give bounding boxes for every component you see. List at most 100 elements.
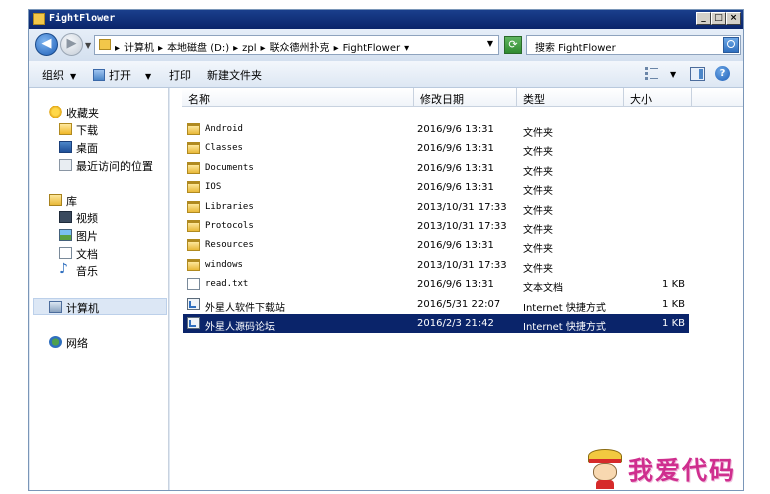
- folder-icon: [187, 181, 200, 194]
- view-dropdown[interactable]: ▼: [670, 70, 676, 79]
- file-type: 文件夹: [523, 263, 553, 275]
- folder-icon: [187, 258, 200, 271]
- file-type: 文件夹: [523, 205, 553, 217]
- open-icon: [93, 69, 105, 81]
- folder-icon: [33, 13, 45, 25]
- open-button[interactable]: 打开 ▼: [93, 67, 151, 83]
- breadcrumb-fightflower[interactable]: FightFlower: [343, 43, 401, 54]
- file-name: Documents: [205, 162, 254, 173]
- file-name: Protocols: [205, 221, 254, 231]
- file-date: 2016/9/6 13:31: [417, 182, 494, 194]
- search-icon[interactable]: [723, 37, 739, 53]
- folder-icon: [187, 239, 200, 252]
- file-name: IOS: [205, 182, 222, 193]
- title-bar[interactable]: FightFlower _ □ ×: [29, 10, 743, 29]
- command-bar: 组织 ▼ 打开 ▼ 打印 新建文件夹 ▼ ?: [29, 61, 743, 88]
- music-icon: [59, 261, 72, 277]
- organize-button[interactable]: 组织 ▼: [42, 67, 76, 83]
- table-row[interactable]: IOS 2016/9/6 13:31 文件夹: [183, 178, 689, 197]
- open-label: 打开: [109, 69, 131, 82]
- table-row[interactable]: windows 2013/10/31 17:33 文件夹: [183, 256, 689, 275]
- folder-icon: [187, 161, 200, 174]
- window-title: FightFlower: [49, 13, 116, 24]
- table-row[interactable]: Documents 2016/9/6 13:31 文件夹: [183, 159, 689, 178]
- address-row: ◀ ▶ ▼ ▸ 计算机 ▸ 本地磁盘 (D:) ▸ zpl ▸ 联众德州扑克 ▸ FightFlo…: [29, 29, 743, 61]
- file-name: 外星人软件下载站: [205, 302, 285, 314]
- file-name: Resources: [205, 240, 254, 251]
- close-button[interactable]: ×: [726, 12, 741, 25]
- table-row[interactable]: Classes 2016/9/6 13:31 文件夹: [183, 139, 689, 158]
- file-date: 2016/9/6 13:31: [417, 240, 494, 252]
- file-size: 1 KB: [662, 318, 685, 329]
- shortcut-icon: [187, 297, 200, 310]
- table-row[interactable]: Libraries 2013/10/31 17:33 文件夹: [183, 198, 689, 217]
- print-button[interactable]: 打印: [169, 67, 191, 83]
- explorer-window: FightFlower _ □ × ◀ ▶ ▼ ▸ 计算机 ▸ 本地磁盘 (D:) ▸ z…: [28, 9, 744, 491]
- file-name: read.txt: [205, 279, 249, 290]
- recent-places-icon: [59, 159, 72, 171]
- text-file-icon: [187, 278, 200, 291]
- downloads-icon: [59, 123, 72, 135]
- column-header-date[interactable]: 修改日期: [414, 88, 517, 107]
- recent-pages-dropdown[interactable]: ▼: [85, 41, 91, 50]
- table-row[interactable]: Resources 2016/9/6 13:31 文件夹: [183, 236, 689, 255]
- breadcrumb-drive-d[interactable]: 本地磁盘 (D:): [167, 43, 229, 54]
- file-date: 2013/10/31 17:33: [417, 201, 507, 213]
- file-date: 2016/9/6 13:31: [417, 279, 494, 291]
- maximize-button[interactable]: □: [711, 12, 726, 25]
- file-type: 文件夹: [523, 147, 553, 159]
- video-icon: [59, 211, 72, 223]
- sort-ascending-icon: ▲: [200, 94, 206, 102]
- file-date: 2016/9/6 13:31: [417, 143, 494, 155]
- search-box[interactable]: 搜索 FightFlower: [526, 35, 741, 55]
- table-row[interactable]: Protocols 2013/10/31 17:33 文件夹: [183, 217, 689, 236]
- file-name: windows: [205, 259, 243, 270]
- table-row[interactable]: 外星人软件下载站 2016/5/31 22:07 Internet 快捷方式 1 KB: [183, 295, 689, 314]
- column-header-filler: [692, 88, 743, 107]
- watermark-text: 我爱代码: [628, 456, 737, 485]
- network-icon: [49, 336, 62, 348]
- file-type: Internet 快捷方式: [523, 322, 606, 333]
- navigation-pane: 收藏夹 下载 桌面 最近访问的位置 库 视频 图片 文档 音乐 计算机 网络: [30, 88, 169, 490]
- search-input[interactable]: 搜索 FightFlower: [535, 39, 616, 54]
- back-button[interactable]: ◀: [35, 33, 58, 56]
- file-type: 文件夹: [523, 225, 553, 236]
- breadcrumb-computer[interactable]: 计算机: [124, 43, 154, 54]
- file-size: 1 KB: [662, 298, 685, 310]
- address-dropdown[interactable]: ▼: [487, 39, 493, 48]
- table-row[interactable]: 外星人源码论坛 2016/2/3 21:42 Internet 快捷方式 1 KB: [183, 314, 689, 333]
- column-header-type[interactable]: 类型: [517, 88, 624, 107]
- breadcrumb-lianzhong[interactable]: 联众德州扑克: [270, 43, 330, 54]
- file-name: Libraries: [205, 201, 254, 212]
- file-date: 2016/2/3 21:42: [417, 318, 494, 329]
- library-icon: [49, 194, 62, 206]
- file-type: 文件夹: [523, 186, 553, 198]
- help-icon[interactable]: ?: [715, 66, 730, 81]
- file-list: 名称 ▲ 修改日期 类型 大小 Android 2016/9/6 13:31 文件夹 C…: [170, 88, 743, 490]
- file-date: 2016/9/6 13:31: [417, 124, 494, 135]
- file-type: 文件夹: [523, 244, 553, 256]
- column-header-name[interactable]: 名称 ▲: [182, 88, 414, 107]
- computer-icon: [49, 301, 62, 313]
- table-row[interactable]: Android 2016/9/6 13:31 文件夹: [183, 120, 689, 139]
- address-bar[interactable]: ▸ 计算机 ▸ 本地磁盘 (D:) ▸ zpl ▸ 联众德州扑克 ▸ FightFlower ▾ ▼: [94, 35, 499, 55]
- column-header-size[interactable]: 大小: [624, 88, 692, 107]
- star-icon: [49, 106, 62, 118]
- desktop-icon: [59, 141, 72, 153]
- view-options-icon[interactable]: [645, 67, 661, 80]
- file-date: 2013/10/31 17:33: [417, 221, 507, 232]
- folder-icon: [187, 123, 200, 135]
- file-type: 文件夹: [523, 166, 553, 178]
- file-type: 文本文档: [523, 283, 563, 295]
- table-row[interactable]: read.txt 2016/9/6 13:31 文本文档 1 KB: [183, 275, 689, 294]
- preview-pane-icon[interactable]: [690, 67, 705, 81]
- watermark: 我爱代码: [588, 447, 768, 492]
- breadcrumb: ▸ 计算机 ▸ 本地磁盘 (D:) ▸ zpl ▸ 联众德州扑克 ▸ FightFlower ▾: [115, 43, 410, 54]
- breadcrumb-zpl[interactable]: zpl: [242, 43, 256, 54]
- forward-button[interactable]: ▶: [60, 33, 83, 56]
- new-folder-button[interactable]: 新建文件夹: [207, 67, 262, 83]
- pirate-mascot-icon: [588, 447, 622, 489]
- refresh-button[interactable]: ⟳: [504, 36, 522, 54]
- minimize-button[interactable]: _: [696, 12, 711, 25]
- shortcut-icon: [187, 317, 200, 329]
